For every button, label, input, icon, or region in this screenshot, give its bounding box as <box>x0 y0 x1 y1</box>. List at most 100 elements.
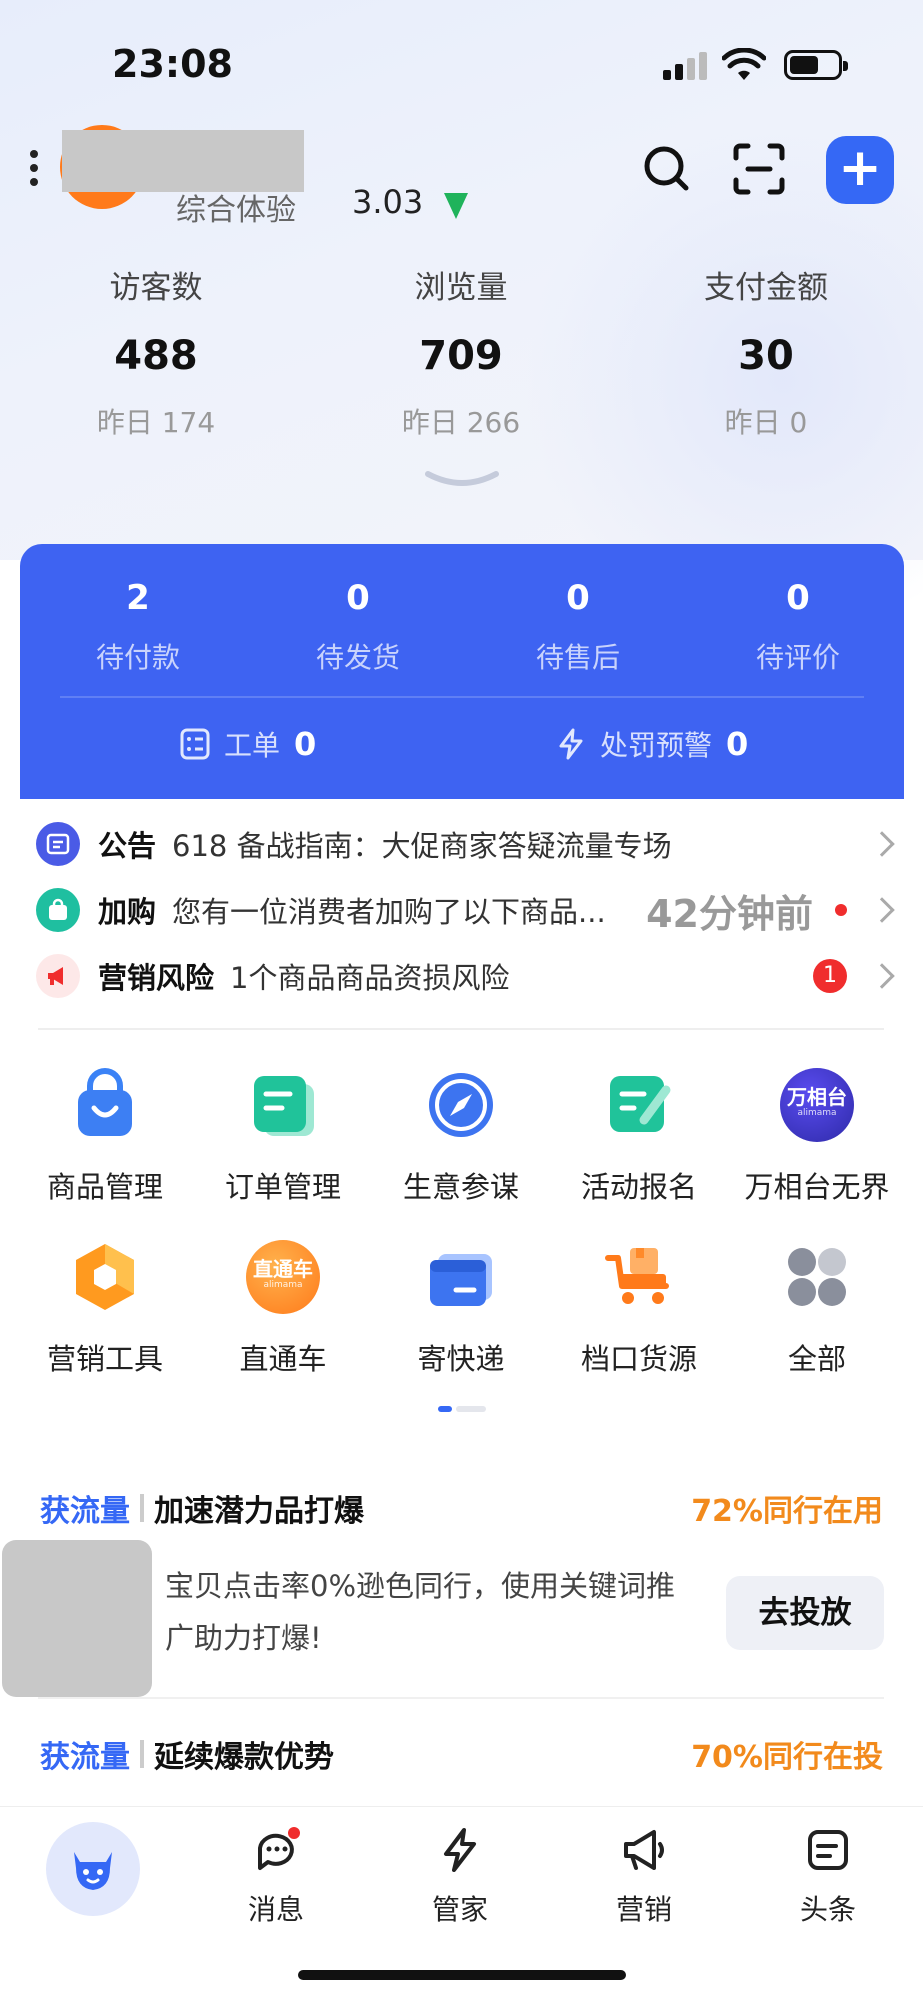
home-indicator <box>298 1970 626 1980</box>
order-label: 待付款 <box>95 641 180 674</box>
grid-product-management[interactable]: 商品管理 <box>16 1068 194 1206</box>
grid-all[interactable]: 全部 <box>728 1240 906 1378</box>
grid-express[interactable]: 寄快递 <box>372 1240 550 1378</box>
document-icon <box>246 1068 320 1142</box>
stat-label: 浏览量 <box>414 270 508 306</box>
work-order-icon <box>180 728 210 760</box>
flow-tag: 获流量 <box>40 1740 130 1775</box>
wifi-icon <box>722 48 766 80</box>
divider <box>140 1740 144 1768</box>
stat-visitors[interactable]: 访客数 488 昨日 174 <box>36 262 276 441</box>
shop-name-redacted <box>62 130 304 192</box>
status-time: 23:08 <box>112 42 233 86</box>
lightning-icon <box>559 728 583 760</box>
chevron-right-icon <box>869 963 895 989</box>
grid-label: 寄快递 <box>417 1342 505 1376</box>
grid-marketing-tools[interactable]: 营销工具 <box>16 1240 194 1378</box>
ztc-logo: 直通车 alimama <box>246 1240 320 1314</box>
tab-steward[interactable]: 管家 <box>400 1826 520 1928</box>
stat-value: 488 <box>114 333 198 379</box>
notice-badge: 1 <box>813 959 847 993</box>
notice-time: 42分钟前 <box>646 891 813 936</box>
mascot-icon <box>74 1852 112 1890</box>
flow-description: 宝贝点击率0%逊色同行，使用关键词推广助力打爆! <box>165 1569 676 1655</box>
notice-marketing-risk[interactable]: 营销风险 1个商品商品资损风险 1 <box>36 948 895 1004</box>
divider <box>140 1494 144 1522</box>
tab-headlines[interactable]: 头条 <box>768 1826 888 1928</box>
notice-title: 公告 <box>98 829 157 863</box>
order-pending-shipment[interactable]: 0 待发货 <box>258 578 458 676</box>
scan-icon[interactable] <box>730 140 788 198</box>
notice-announcement[interactable]: 公告 618 备战指南：大促商家答疑流量专场 <box>36 816 895 872</box>
flow-header-bestseller[interactable]: 获流量 延续爆款优势 70%同行在投 <box>40 1734 883 1775</box>
order-count: 0 <box>786 578 810 618</box>
tab-label: 管家 <box>431 1893 488 1926</box>
flow-header-boost[interactable]: 获流量 加速潜力品打爆 72%同行在用 <box>40 1488 883 1529</box>
grid-label: 活动报名 <box>580 1170 697 1204</box>
divider <box>38 1697 884 1699</box>
tab-label: 头条 <box>799 1893 856 1926</box>
grid-event-registration[interactable]: 活动报名 <box>550 1068 728 1206</box>
stat-previous: 昨日 266 <box>401 406 521 439</box>
order-pending-payment[interactable]: 2 待付款 <box>38 578 238 676</box>
tab-marketing[interactable]: 营销 <box>584 1826 704 1928</box>
cellular-signal-icon <box>663 52 709 80</box>
message-icon <box>258 1827 300 1870</box>
grid-label: 档口货源 <box>580 1342 697 1376</box>
notice-text: 您有一位消费者加购了以下商品... <box>172 895 606 929</box>
tab-label: 消息 <box>247 1893 304 1926</box>
stat-previous: 昨日 174 <box>96 406 216 439</box>
flow-percent: 72%同行在用 <box>691 1494 883 1529</box>
grid-label: 直通车 <box>239 1342 327 1376</box>
grid-order-management[interactable]: 订单管理 <box>194 1068 372 1206</box>
order-status-card: 2 待付款 0 待发货 0 待售后 0 待评价 工单 0 处罚预警 0 <box>20 544 904 799</box>
grid-label: 商品管理 <box>46 1170 163 1204</box>
grid-label: 订单管理 <box>224 1170 341 1204</box>
add-button[interactable]: + <box>826 136 894 204</box>
order-after-sale[interactable]: 0 待售后 <box>478 578 678 676</box>
notice-add-to-cart[interactable]: 加购 您有一位消费者加购了以下商品... 42分钟前 <box>36 882 895 938</box>
work-order-label: 工单 <box>224 729 281 762</box>
order-pending-review[interactable]: 0 待评价 <box>698 578 898 676</box>
work-order-link[interactable]: 工单 0 <box>180 724 316 764</box>
grid-ztc[interactable]: 直通车 alimama 直通车 <box>194 1240 372 1378</box>
experience-label: 综合体验 <box>176 193 296 228</box>
stat-previous: 昨日 0 <box>724 406 808 439</box>
chevron-right-icon <box>869 897 895 923</box>
grid-business-advisor[interactable]: 生意参谋 <box>372 1068 550 1206</box>
tab-messages[interactable]: 消息 <box>216 1826 336 1928</box>
grid-wanxiangtai[interactable]: 万相台 alimama 万相台无界 <box>728 1068 906 1206</box>
stat-label: 访客数 <box>109 270 203 306</box>
announcement-icon <box>36 822 80 866</box>
hexagon-icon <box>68 1240 142 1314</box>
all-apps-icon <box>780 1240 854 1314</box>
lightning-icon <box>444 1828 476 1872</box>
stat-pageviews[interactable]: 浏览量 709 昨日 266 <box>341 262 581 441</box>
search-icon[interactable] <box>638 140 696 198</box>
wanxiangtai-logo: 万相台 alimama <box>780 1068 854 1142</box>
expand-chevron-icon[interactable] <box>424 470 500 490</box>
notice-text: 1个商品商品资损风险 <box>230 961 510 995</box>
experience-score[interactable]: 3.03 <box>352 183 423 221</box>
work-order-count: 0 <box>294 725 317 763</box>
page-indicator <box>438 1406 486 1412</box>
chevron-right-icon <box>869 831 895 857</box>
launch-ad-button[interactable]: 去投放 <box>726 1576 884 1650</box>
flow-title: 加速潜力品打爆 <box>154 1494 364 1529</box>
grid-label: 全部 <box>787 1342 846 1376</box>
stat-payment[interactable]: 支付金额 30 昨日 0 <box>646 262 886 441</box>
tab-home[interactable] <box>46 1822 140 1916</box>
grid-stall-source[interactable]: 档口货源 <box>550 1240 728 1378</box>
bag-icon <box>68 1068 142 1142</box>
stat-value: 30 <box>738 333 794 379</box>
order-count: 0 <box>566 578 590 618</box>
unread-dot <box>835 904 847 916</box>
flow-title: 延续爆款优势 <box>154 1740 334 1775</box>
penalty-warning-link[interactable]: 处罚预警 0 <box>556 724 748 764</box>
package-card-icon <box>424 1240 498 1314</box>
product-thumbnail-redacted <box>2 1540 152 1697</box>
grid-label: 万相台无界 <box>744 1170 890 1204</box>
order-label: 待评价 <box>755 641 840 674</box>
more-menu-icon[interactable] <box>30 150 40 190</box>
news-icon <box>808 1830 848 1870</box>
